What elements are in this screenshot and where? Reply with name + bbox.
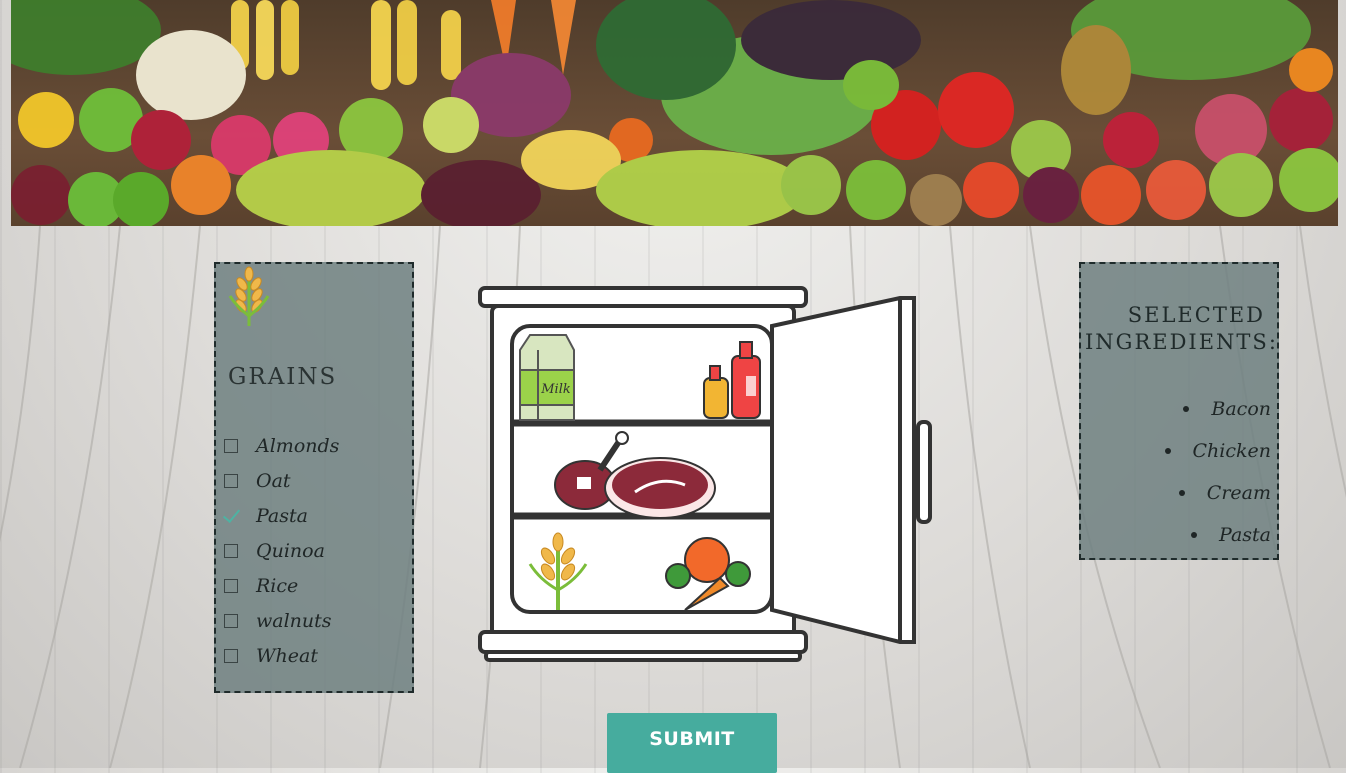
selected-item: Cream (1165, 472, 1271, 514)
category-title: GRAINS (228, 364, 338, 390)
ingredient-option-pasta[interactable]: Pasta (224, 498, 339, 533)
ingredient-label: Oat (256, 469, 291, 492)
ingredient-option-wheat[interactable]: Wheat (224, 638, 339, 673)
ingredient-label: Wheat (256, 644, 318, 667)
ingredient-option-almonds[interactable]: Almonds (224, 428, 339, 463)
checkbox[interactable] (224, 648, 238, 663)
checkbox[interactable] (224, 473, 238, 488)
checkbox[interactable] (224, 543, 238, 558)
ingredient-option-rice[interactable]: Rice (224, 568, 339, 603)
selected-item: Pasta (1165, 514, 1271, 556)
selected-item: Bacon (1165, 388, 1271, 430)
selected-ingredients-panel: SELECTED INGREDIENTS: Bacon Chicken Crea… (1079, 262, 1279, 560)
wheat-icon (228, 266, 270, 326)
fridge-illustration: Milk (478, 286, 932, 662)
ingredient-label: Pasta (256, 504, 308, 527)
checkbox[interactable] (224, 578, 238, 593)
checkbox[interactable] (224, 613, 238, 628)
ingredient-list: Almonds Oat Pasta Quinoa Rice walnuts Wh… (224, 428, 339, 673)
checkbox-checked[interactable] (224, 509, 238, 523)
selected-item: Chicken (1165, 430, 1272, 472)
selected-title-line2: INGREDIENTS: (1085, 330, 1278, 354)
ingredient-label: Rice (256, 574, 299, 597)
ingredient-option-walnuts[interactable]: walnuts (224, 603, 339, 638)
category-panel: GRAINS Almonds Oat Pasta Quinoa Rice wal… (214, 262, 414, 693)
ingredient-label: Quinoa (256, 539, 325, 562)
produce-banner (11, 0, 1338, 226)
checkbox[interactable] (224, 438, 238, 453)
ingredient-option-quinoa[interactable]: Quinoa (224, 533, 339, 568)
ingredient-label: walnuts (256, 609, 332, 632)
selected-title-line1: SELECTED (1127, 303, 1265, 327)
selected-list: Bacon Chicken Cream Pasta (1165, 388, 1272, 556)
ingredient-option-oat[interactable]: Oat (224, 463, 339, 498)
ingredient-label: Almonds (256, 434, 340, 457)
milk-label: Milk (540, 382, 571, 397)
steak-icon (604, 457, 716, 519)
submit-button[interactable]: SUBMIT (607, 713, 777, 773)
selected-title: SELECTED INGREDIENTS: (1085, 302, 1278, 356)
milk-carton-icon: Milk (519, 334, 575, 421)
